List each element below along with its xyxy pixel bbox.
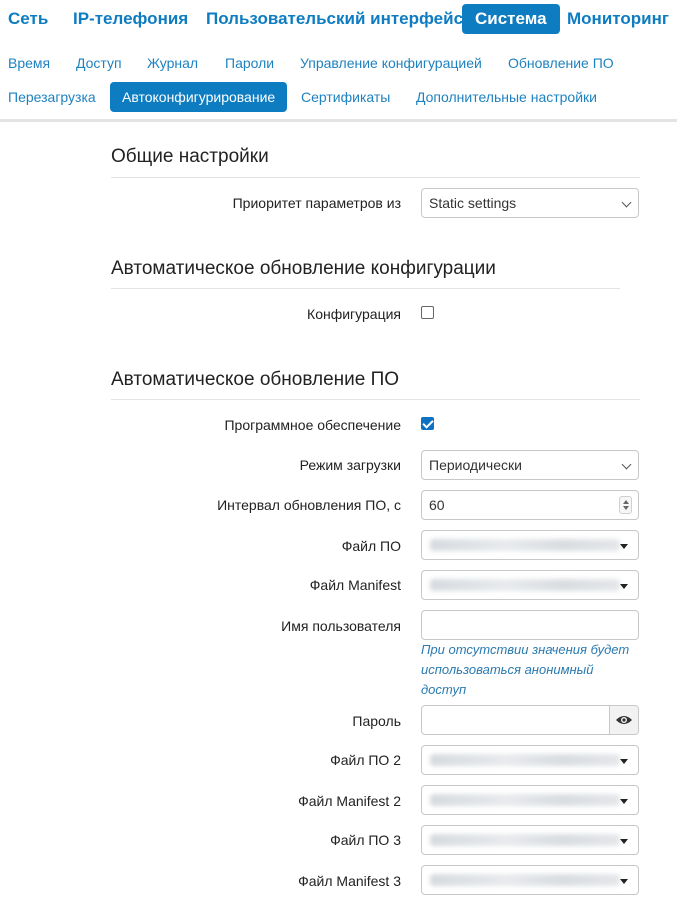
username-label: Имя пользователя — [281, 618, 401, 634]
tab-log[interactable]: Журнал — [147, 48, 198, 78]
fw-file3-combobox[interactable] — [421, 825, 639, 855]
nav-ip-telephony[interactable]: IP-телефония — [73, 4, 188, 34]
redacted-url — [430, 874, 620, 886]
priority-select-value: Static settings — [429, 195, 517, 211]
caret-down-icon[interactable] — [620, 879, 628, 884]
section-divider — [111, 177, 640, 178]
caret-down-icon[interactable] — [620, 839, 628, 844]
fw-file2-label: Файл ПО 2 — [330, 752, 401, 768]
section-title-config-update: Автоматическое обновление конфигурации — [111, 258, 496, 279]
redacted-url — [430, 539, 620, 551]
redacted-url — [430, 579, 620, 591]
manifest2-label: Файл Manifest 2 — [298, 793, 401, 809]
nav-monitoring[interactable]: Мониторинг — [567, 4, 669, 34]
interval-input[interactable]: 60 — [421, 490, 639, 520]
tab-reboot[interactable]: Перезагрузка — [8, 82, 96, 112]
priority-label: Приоритет параметров из — [232, 195, 401, 211]
password-label: Пароль — [352, 713, 401, 729]
password-input[interactable] — [421, 705, 639, 735]
tab-advanced-settings[interactable]: Дополнительные настройки — [416, 82, 597, 112]
nav-network[interactable]: Сеть — [8, 4, 48, 34]
nav-user-interface[interactable]: Пользовательский интерфейс — [206, 4, 463, 34]
caret-down-icon[interactable] — [620, 544, 628, 549]
manifest3-label: Файл Manifest 3 — [298, 873, 401, 889]
show-password-button[interactable] — [609, 706, 638, 734]
mode-select-value: Периодически — [429, 457, 522, 473]
manifest-combobox[interactable] — [421, 570, 639, 600]
config-label: Конфигурация — [307, 306, 401, 322]
redacted-url — [430, 834, 620, 846]
chevron-down-icon — [621, 459, 632, 470]
redacted-url — [430, 754, 620, 766]
interval-input-value: 60 — [429, 497, 445, 513]
tab-passwords[interactable]: Пароли — [225, 48, 274, 78]
section-divider — [111, 399, 640, 400]
section-title-fw-update: Автоматическое обновление ПО — [111, 369, 400, 390]
mode-label: Режим загрузки — [299, 457, 401, 473]
mode-select[interactable]: Периодически — [421, 450, 639, 480]
username-hint: При отсутствии значения будет использова… — [421, 642, 630, 697]
spinner-icon[interactable] — [619, 496, 632, 514]
tab-certificates[interactable]: Сертификаты — [301, 82, 390, 112]
config-checkbox[interactable] — [421, 306, 434, 319]
caret-down-icon[interactable] — [620, 584, 628, 589]
caret-down-icon[interactable] — [620, 759, 628, 764]
tab-time[interactable]: Время — [8, 48, 50, 78]
interval-label: Интервал обновления ПО, с — [217, 497, 401, 513]
manifest-label: Файл Manifest — [309, 577, 401, 593]
software-label: Программное обеспечение — [224, 417, 401, 433]
section-divider — [111, 288, 620, 289]
eye-icon — [616, 716, 632, 724]
username-input[interactable] — [421, 610, 639, 640]
tab-autoprovisioning[interactable]: Автоконфигурирование — [110, 82, 288, 112]
software-checkbox[interactable] — [421, 417, 434, 430]
redacted-url — [430, 794, 620, 806]
fw-file-combobox[interactable] — [421, 530, 639, 560]
fw-file3-label: Файл ПО 3 — [330, 832, 401, 848]
manifest3-combobox[interactable] — [421, 865, 639, 895]
tab-firmware-update[interactable]: Обновление ПО — [508, 48, 614, 78]
priority-select[interactable]: Static settings — [421, 188, 639, 218]
section-title-general: Общие настройки — [111, 146, 269, 167]
nav-divider — [0, 119, 677, 122]
tab-access[interactable]: Доступ — [76, 48, 122, 78]
chevron-down-icon — [621, 197, 632, 208]
nav-system[interactable]: Система — [462, 4, 560, 34]
main-nav: Сеть IP-телефония Пользовательский интер… — [0, 4, 677, 36]
fw-file-label: Файл ПО — [341, 538, 401, 554]
tab-config-management[interactable]: Управление конфигурацией — [300, 48, 482, 78]
caret-down-icon[interactable] — [620, 799, 628, 804]
manifest2-combobox[interactable] — [421, 785, 639, 815]
fw-file2-combobox[interactable] — [421, 745, 639, 775]
